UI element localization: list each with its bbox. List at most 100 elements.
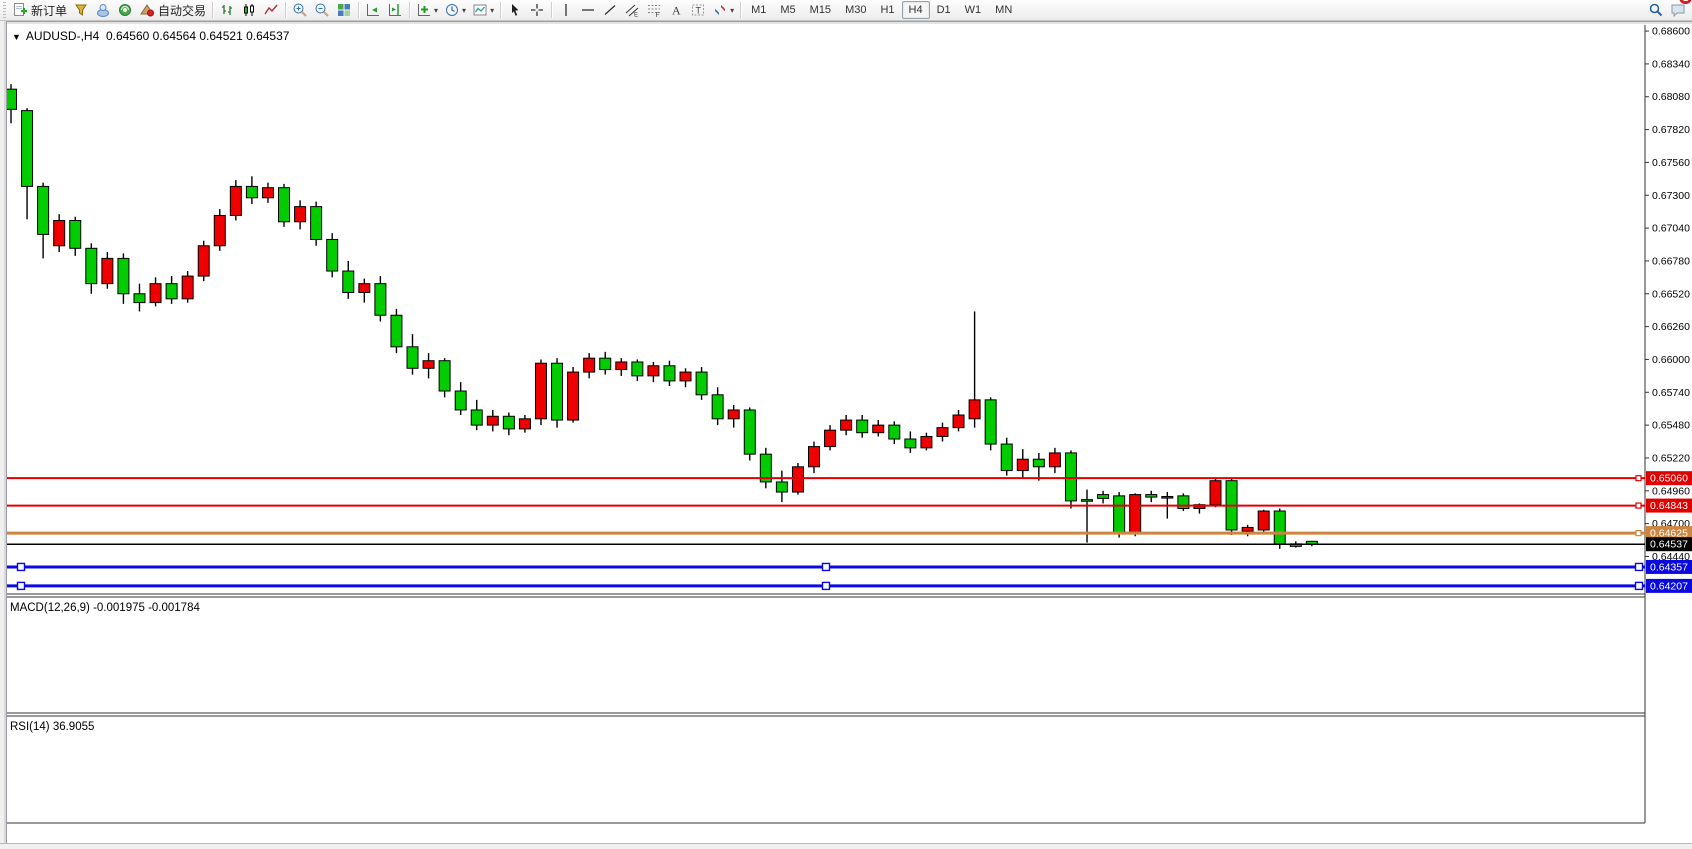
toolbar-grip bbox=[2, 2, 7, 18]
chart-shift-button[interactable] bbox=[384, 0, 406, 20]
new-order-button[interactable]: 新订单 bbox=[9, 0, 70, 20]
equidistant-channel-button[interactable]: E bbox=[621, 0, 643, 20]
horizontal-line-icon bbox=[580, 2, 596, 18]
search-button[interactable] bbox=[1645, 0, 1667, 20]
line-chart-icon bbox=[263, 2, 279, 18]
candle bbox=[921, 436, 932, 447]
tile-windows-button[interactable] bbox=[333, 0, 355, 20]
candle bbox=[1065, 453, 1076, 501]
zoom-out-button[interactable] bbox=[311, 0, 333, 20]
equidistant-channel-icon: E bbox=[624, 2, 640, 18]
candle bbox=[38, 186, 49, 234]
crosshair-button[interactable] bbox=[526, 0, 548, 20]
candle bbox=[391, 315, 402, 347]
text-label-button[interactable]: T bbox=[687, 0, 709, 20]
line-handle[interactable] bbox=[1636, 503, 1641, 508]
symbol-name: AUDUSD-,H4 bbox=[26, 29, 99, 43]
line-handle[interactable] bbox=[823, 582, 830, 589]
candlestick-chart-button[interactable] bbox=[238, 0, 260, 20]
timeframe-m5[interactable]: M5 bbox=[773, 1, 802, 19]
periods-button[interactable]: ▾ bbox=[441, 0, 469, 20]
candle bbox=[568, 372, 579, 420]
chat-button[interactable]: 1 bbox=[1667, 0, 1690, 20]
templates-button[interactable]: ▾ bbox=[469, 0, 497, 20]
toolbar-separator bbox=[212, 2, 213, 18]
arrows-button[interactable]: ▾ bbox=[709, 0, 737, 20]
price-tick-label: 0.66520 bbox=[1652, 288, 1690, 300]
price-tick-label: 0.67820 bbox=[1652, 124, 1690, 136]
timeframe-w1[interactable]: W1 bbox=[958, 1, 989, 19]
candle bbox=[311, 207, 322, 240]
timeframe-h4[interactable]: H4 bbox=[902, 1, 930, 19]
navigator-button[interactable] bbox=[92, 0, 114, 20]
chevron-down-icon: ▾ bbox=[462, 6, 466, 15]
timeframe-h1[interactable]: H1 bbox=[873, 1, 901, 19]
candle bbox=[744, 410, 755, 454]
vertical-line-button[interactable] bbox=[555, 0, 577, 20]
candle bbox=[648, 366, 659, 376]
line-handle[interactable] bbox=[1636, 476, 1641, 481]
price-marker-label: 0.64207 bbox=[1650, 580, 1688, 592]
candle bbox=[1258, 511, 1269, 530]
line-handle[interactable] bbox=[1636, 531, 1641, 536]
window-bottom-frame bbox=[0, 843, 1692, 849]
auto-trading-button[interactable]: 自动交易 bbox=[136, 0, 209, 20]
candle bbox=[1114, 496, 1125, 533]
timeframe-d1[interactable]: D1 bbox=[930, 1, 958, 19]
candle bbox=[423, 361, 434, 369]
line-handle[interactable] bbox=[823, 563, 830, 570]
trendline-button[interactable] bbox=[599, 0, 621, 20]
cursor-button[interactable] bbox=[504, 0, 526, 20]
candle bbox=[616, 362, 627, 370]
price-tick-label: 0.65740 bbox=[1652, 387, 1690, 399]
timeframe-m1[interactable]: M1 bbox=[744, 1, 773, 19]
zoom-in-button[interactable] bbox=[289, 0, 311, 20]
candle bbox=[487, 416, 498, 425]
line-handle[interactable] bbox=[18, 563, 25, 570]
candle bbox=[1082, 500, 1093, 502]
candle bbox=[166, 284, 177, 299]
candle bbox=[873, 425, 884, 433]
line-handle[interactable] bbox=[1636, 563, 1643, 570]
indicators-button[interactable]: ▾ bbox=[413, 0, 441, 20]
chart-canvas[interactable]: 0.686000.683400.680800.678200.675600.673… bbox=[0, 21, 1692, 843]
candlestick-chart-icon bbox=[241, 2, 257, 18]
funnel-icon bbox=[73, 2, 89, 18]
chart-shift-icon bbox=[387, 2, 403, 18]
timeframe-group: M1M5M15M30H1H4D1W1MN bbox=[744, 1, 1019, 19]
text-button[interactable]: A bbox=[665, 0, 687, 20]
template-icon bbox=[472, 2, 488, 18]
candle bbox=[1146, 495, 1157, 498]
data-window-button[interactable] bbox=[70, 0, 92, 20]
candle bbox=[246, 186, 257, 197]
auto-trading-icon bbox=[139, 2, 155, 18]
candle bbox=[905, 439, 916, 448]
price-marker-label: 0.64357 bbox=[1650, 561, 1688, 573]
symbol-title: ▼AUDUSD-,H4 0.64560 0.64564 0.64521 0.64… bbox=[12, 29, 289, 43]
new-order-icon bbox=[12, 2, 28, 18]
terminal-button[interactable] bbox=[114, 0, 136, 20]
auto-scroll-button[interactable] bbox=[362, 0, 384, 20]
window-left-frame bbox=[0, 21, 7, 843]
candle bbox=[969, 400, 980, 419]
timeframe-mn[interactable]: MN bbox=[988, 1, 1019, 19]
line-chart-button[interactable] bbox=[260, 0, 282, 20]
candle bbox=[712, 395, 723, 419]
candle bbox=[327, 239, 338, 271]
timeframe-m30[interactable]: M30 bbox=[838, 1, 873, 19]
text-label-icon: T bbox=[690, 2, 706, 18]
candle bbox=[1162, 496, 1173, 498]
fibonacci-button[interactable]: F bbox=[643, 0, 665, 20]
line-handle[interactable] bbox=[18, 582, 25, 589]
line-handle[interactable] bbox=[1636, 582, 1643, 589]
chart-svg[interactable]: 0.686000.683400.680800.678200.675600.673… bbox=[0, 22, 1692, 844]
cursor-icon bbox=[507, 2, 523, 18]
candle bbox=[359, 284, 370, 293]
vertical-line-icon bbox=[558, 2, 574, 18]
candle bbox=[1033, 459, 1044, 467]
bar-chart-button[interactable] bbox=[216, 0, 238, 20]
toolbar-separator bbox=[551, 2, 552, 18]
horizontal-line-button[interactable] bbox=[577, 0, 599, 20]
candle bbox=[198, 246, 209, 276]
timeframe-m15[interactable]: M15 bbox=[803, 1, 838, 19]
